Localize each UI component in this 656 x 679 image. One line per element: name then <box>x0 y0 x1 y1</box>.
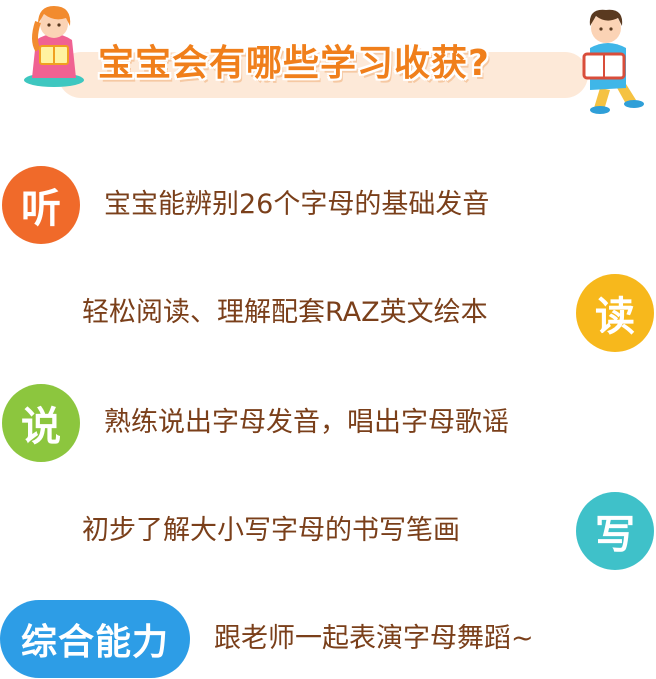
skill-text-overall: 跟老师一起表演字母舞蹈~ <box>214 623 534 654</box>
skill-row-speak: 说 熟练说出字母发音，唱出字母歌谣 <box>0 384 656 462</box>
reading-boy-icon <box>582 9 644 114</box>
badge-overall: 综合能力 <box>0 600 190 678</box>
skill-row-listen: 听 宝宝能辨别26个字母的基础发音 <box>0 166 656 244</box>
skill-text-speak: 熟练说出字母发音，唱出字母歌谣 <box>104 407 509 438</box>
badge-speak: 说 <box>2 384 80 462</box>
skill-text-write: 初步了解大小写字母的书写笔画 <box>82 515 460 546</box>
badge-write: 写 <box>576 492 654 570</box>
page-title: 宝宝会有哪些学习收获? <box>98 43 490 84</box>
skill-text-read: 轻松阅读、理解配套RAZ英文绘本 <box>82 297 488 328</box>
skill-row-overall: 综合能力 跟老师一起表演字母舞蹈~ <box>0 600 656 678</box>
header-banner: 宝宝会有哪些学习收获? <box>0 0 656 115</box>
badge-read: 读 <box>576 274 654 352</box>
skill-text-listen: 宝宝能辨别26个字母的基础发音 <box>104 189 490 220</box>
skill-row-read: 轻松阅读、理解配套RAZ英文绘本 读 <box>0 274 656 352</box>
skill-row-write: 初步了解大小写字母的书写笔画 写 <box>0 492 656 570</box>
badge-listen: 听 <box>2 166 80 244</box>
reading-girl-icon <box>24 6 84 87</box>
